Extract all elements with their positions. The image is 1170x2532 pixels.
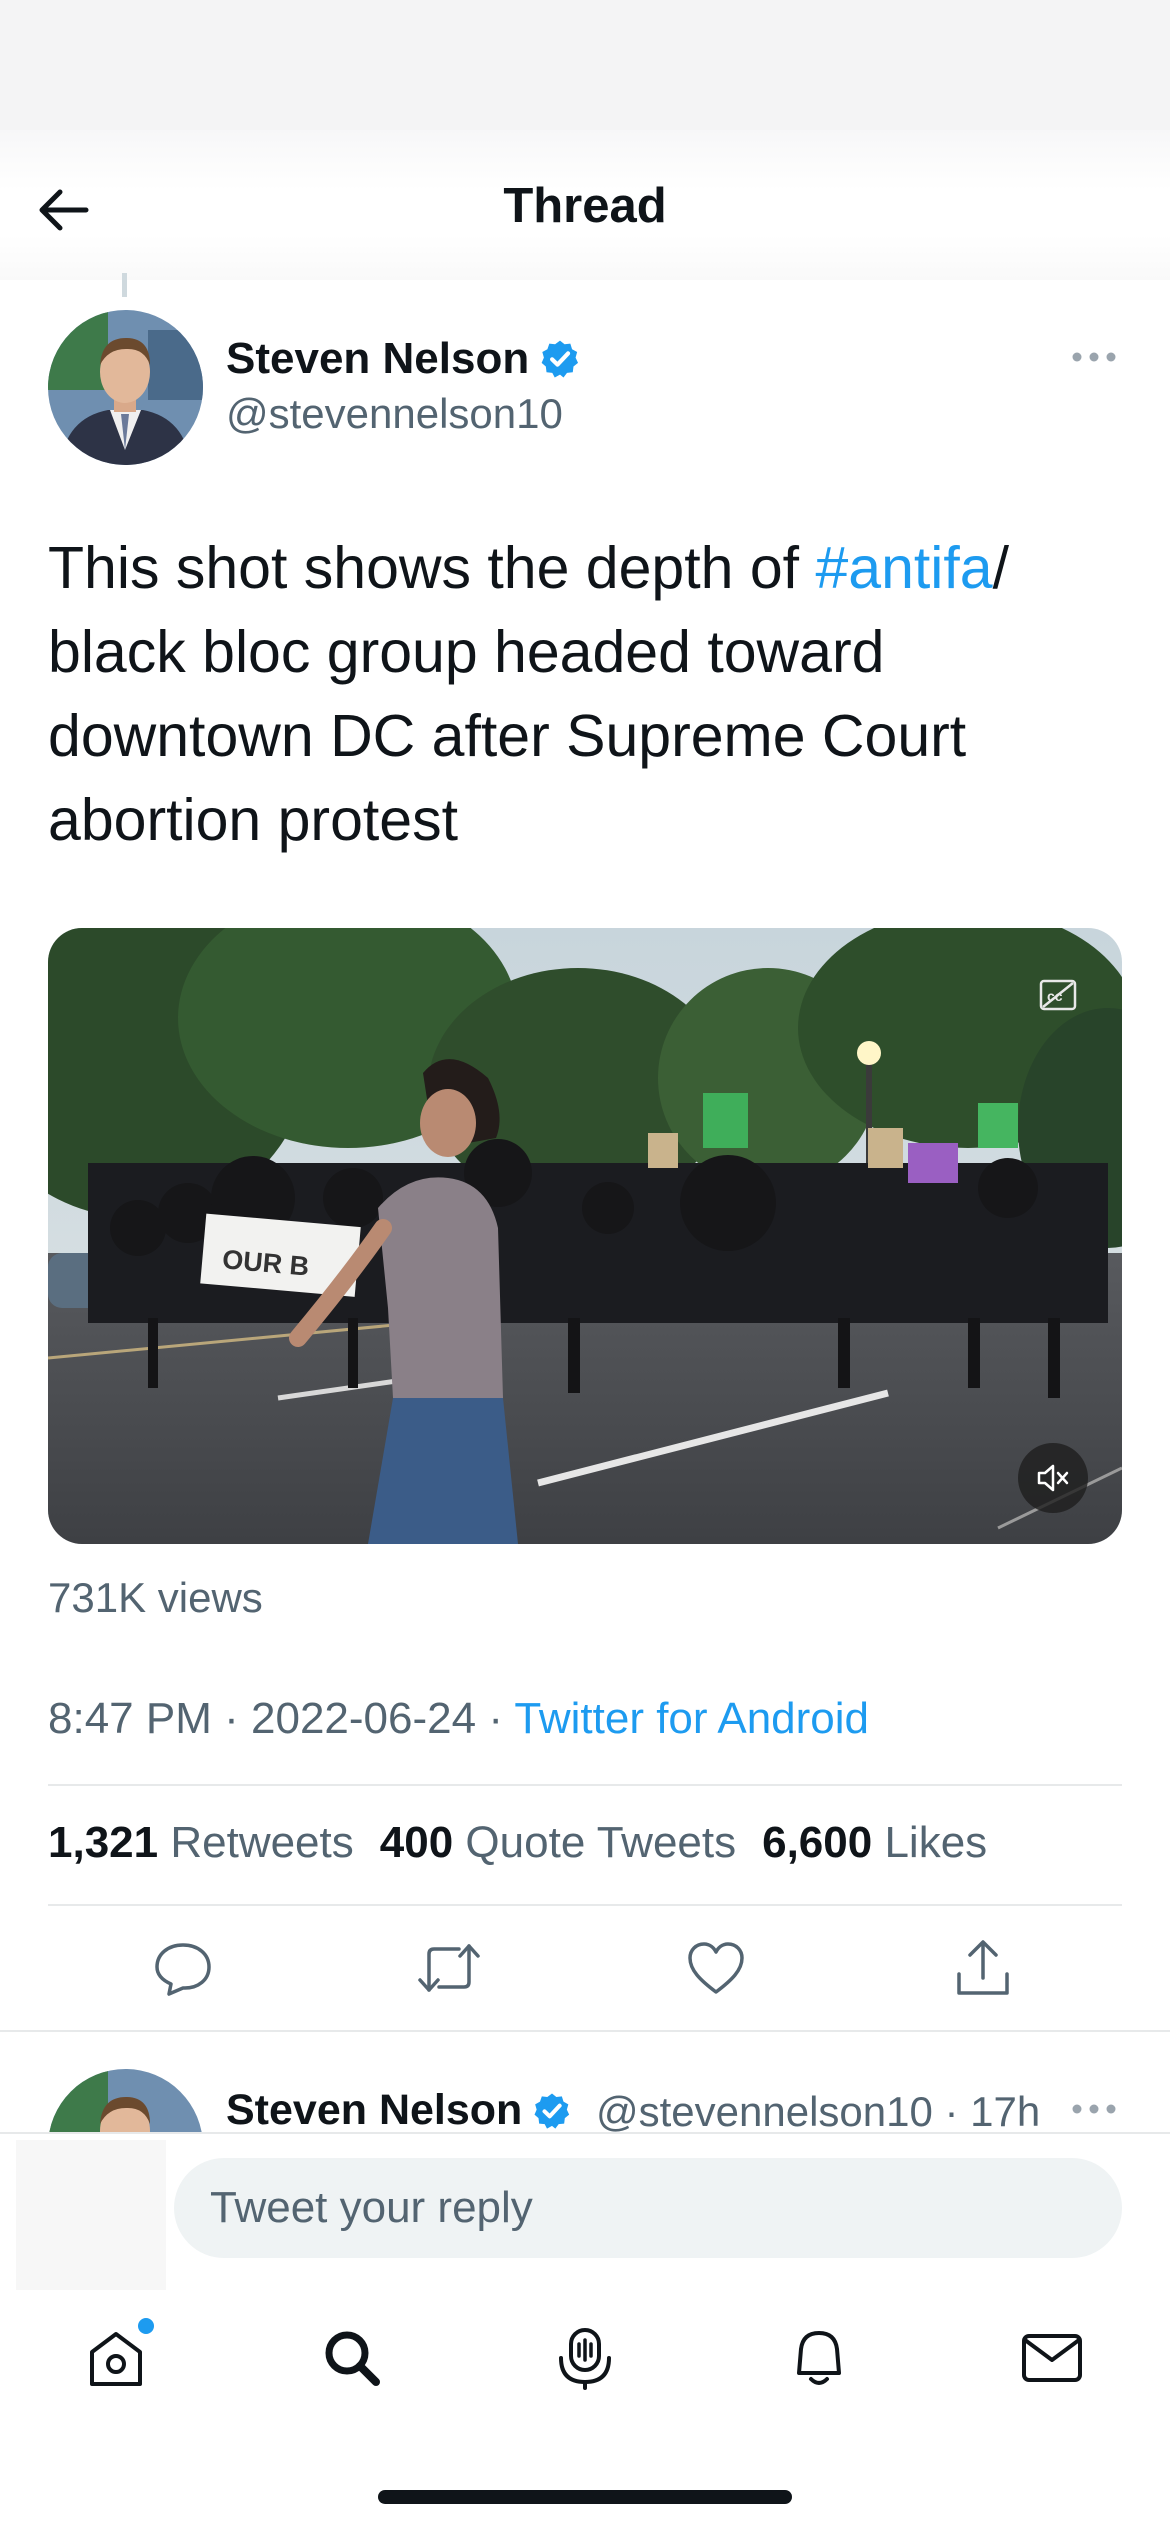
author-avatar[interactable] <box>48 310 203 465</box>
retweet-icon <box>418 1944 480 1992</box>
reply-button[interactable] <box>148 1933 218 2003</box>
author-name-text: Steven Nelson <box>226 334 530 383</box>
tab-notifications[interactable] <box>779 2318 859 2398</box>
verified-badge-icon <box>534 2093 570 2129</box>
search-icon <box>325 2331 380 2386</box>
likes-label: Likes <box>884 1818 988 1867</box>
reply-author-name[interactable]: Steven Nelson <box>226 2086 572 2134</box>
tweet-video[interactable]: OUR B cc <box>48 928 1122 1544</box>
divider <box>48 1784 1122 1786</box>
reply-input[interactable] <box>174 2158 1122 2258</box>
tweet-time: 8:47 PM <box>48 1694 212 1743</box>
like-button[interactable] <box>681 1933 751 2003</box>
author-handle[interactable]: @stevennelson10 <box>226 390 563 438</box>
retweets-label: Retweets <box>170 1818 354 1867</box>
share-button[interactable] <box>948 1933 1018 2003</box>
meta-separator: · <box>488 1694 503 1743</box>
more-dots-icon <box>1072 2104 1116 2114</box>
tab-spaces[interactable] <box>545 2318 625 2398</box>
tweet-text-part: This shot shows the depth of <box>48 535 816 601</box>
composer-avatar-placeholder <box>16 2140 166 2290</box>
tab-search[interactable] <box>312 2318 392 2398</box>
home-indicator <box>378 2490 792 2504</box>
thread-connector-line <box>122 273 127 297</box>
tweet-source-link[interactable]: Twitter for Android <box>514 1694 869 1743</box>
home-new-content-dot <box>138 2318 154 2334</box>
bottom-tab-bar <box>0 2290 1170 2420</box>
muted-speaker-icon <box>1037 1464 1069 1492</box>
page-title: Thread <box>503 179 667 233</box>
spaces-icon <box>559 2328 611 2390</box>
reply-icon <box>155 1943 211 1996</box>
heart-icon <box>688 1942 744 1994</box>
reply-composer <box>0 2134 1170 2290</box>
author-name[interactable]: Steven Nelson <box>226 334 581 384</box>
avatar-image <box>48 310 203 465</box>
video-frame: OUR B <box>48 928 1122 1544</box>
verified-badge-icon <box>541 340 579 378</box>
more-dots-icon <box>1072 352 1116 362</box>
quote-tweets-stat[interactable]: 400 Quote Tweets <box>380 1818 736 1868</box>
meta-separator: · <box>224 1694 239 1743</box>
status-bar <box>0 0 1170 130</box>
avatar-image <box>48 2069 203 2134</box>
likes-stat[interactable]: 6,600 Likes <box>762 1818 987 1868</box>
more-options-button[interactable] <box>1068 342 1120 372</box>
divider <box>48 1904 1122 1906</box>
reply-more-options-button[interactable] <box>1068 2094 1120 2124</box>
share-icon <box>957 1940 1009 1995</box>
tweet-actions-bar <box>0 1933 1170 2003</box>
reply-author-name-text: Steven Nelson <box>226 2086 523 2134</box>
reply-author-avatar[interactable] <box>48 2069 203 2134</box>
tweet-timestamp: 8:47 PM · 2022-06-24 · Twitter for Andro… <box>48 1694 869 1744</box>
tweet-text: This shot shows the depth of #antifa/ bl… <box>48 526 1128 862</box>
quotes-count: 400 <box>379 1818 454 1867</box>
notifications-bell-icon <box>797 2331 841 2385</box>
reply-handle-time: @stevennelson10 · 17h <box>596 2088 1041 2134</box>
quotes-label: Quote Tweets <box>465 1818 737 1867</box>
likes-count: 6,600 <box>762 1818 873 1867</box>
closed-captions-icon: cc <box>1039 979 1077 1011</box>
unmute-button[interactable] <box>1018 1443 1088 1513</box>
tab-messages[interactable] <box>1012 2318 1092 2398</box>
home-icon <box>90 2332 142 2386</box>
reply-tweet[interactable]: Steven Nelson @stevennelson10 · 17h <box>0 2032 1170 2134</box>
hashtag-link[interactable]: #antifa <box>815 535 992 601</box>
tweet-date: 2022-06-24 <box>251 1694 477 1743</box>
view-count: 731K views <box>48 1574 263 1621</box>
retweet-button[interactable] <box>414 1933 484 2003</box>
retweets-stat[interactable]: 1,321 Retweets <box>48 1818 354 1868</box>
retweets-count: 1,321 <box>48 1818 159 1867</box>
engagement-stats: 1,321 Retweets 400 Quote Tweets 6,600 Li… <box>48 1818 987 1868</box>
mail-icon <box>1022 2334 1082 2382</box>
captions-button[interactable]: cc <box>1038 978 1078 1017</box>
